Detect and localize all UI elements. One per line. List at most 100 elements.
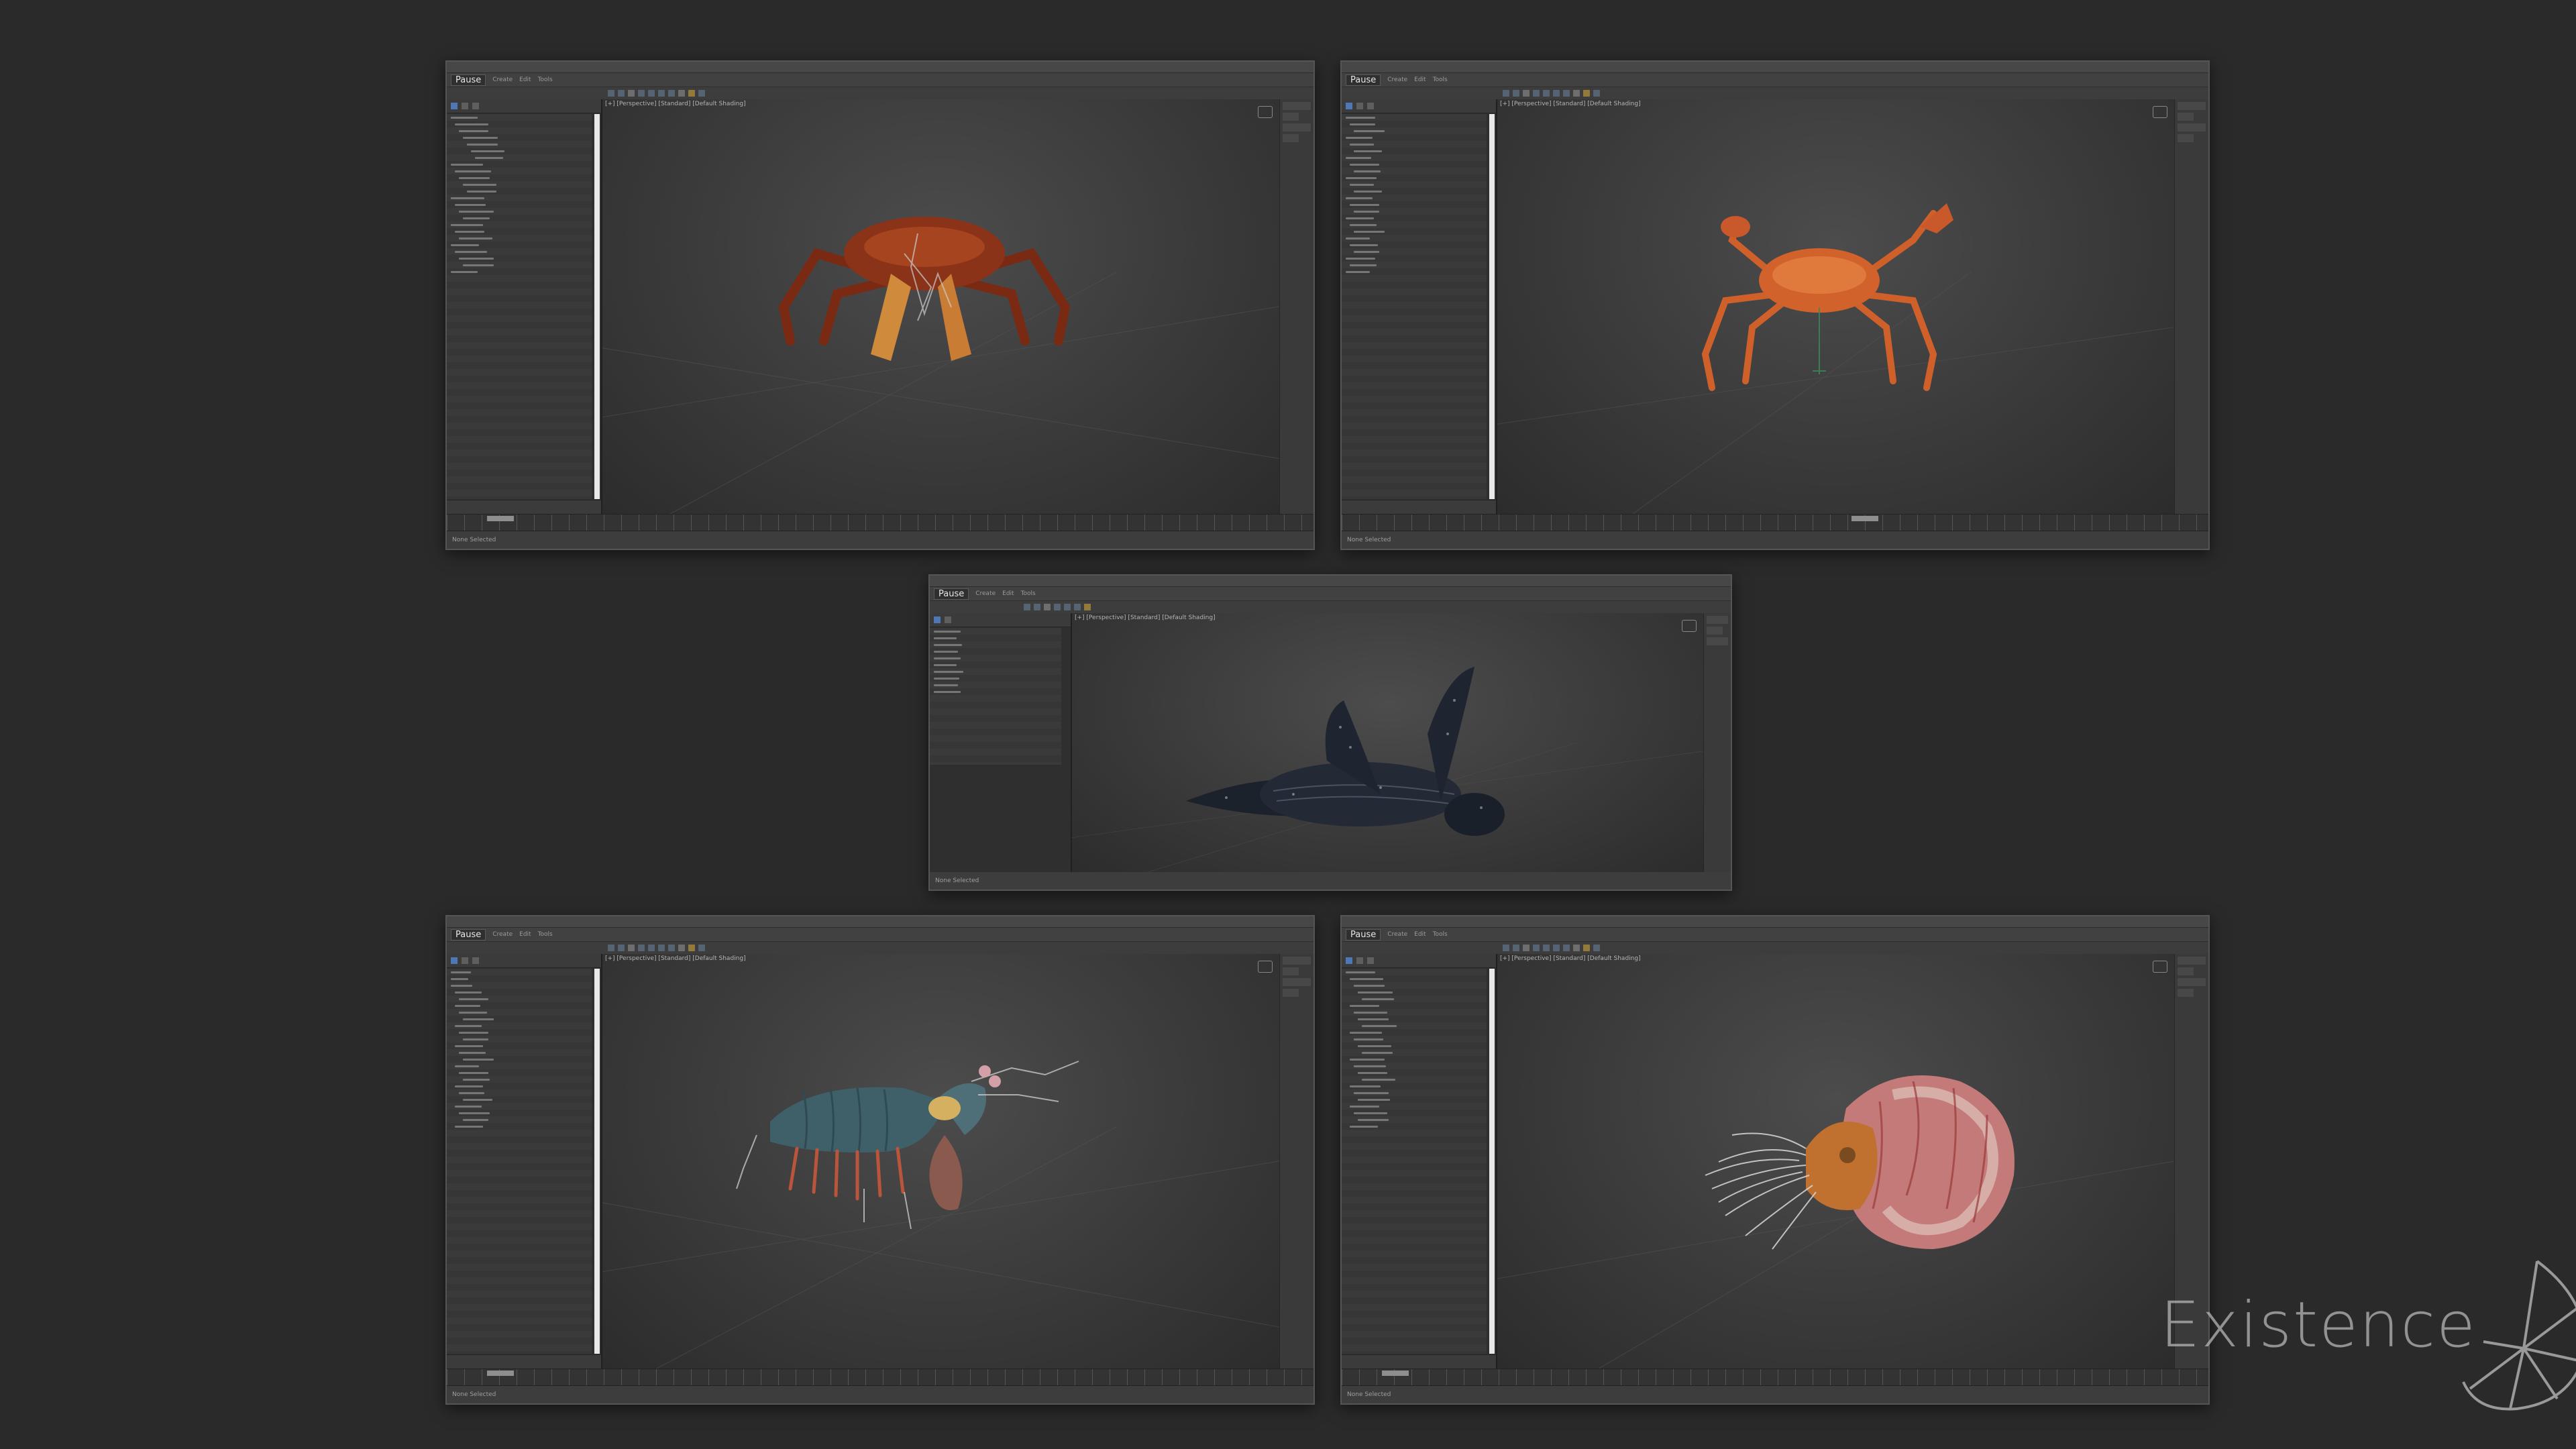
snap-icon[interactable] [1573,90,1580,97]
layer-icon[interactable] [472,103,479,109]
command-panel-row[interactable] [2178,978,2206,986]
link-icon[interactable] [628,90,635,97]
material-icon[interactable] [1593,90,1600,97]
filter-icon[interactable] [451,103,458,109]
render-icon[interactable] [1583,90,1590,97]
hierarchy-icon[interactable] [462,957,468,964]
command-panel-row[interactable] [2178,102,2206,110]
render-icon[interactable] [688,945,695,951]
move-icon[interactable] [1543,90,1550,97]
command-panel-row[interactable] [2178,989,2194,997]
snap-icon[interactable] [678,90,685,97]
filter-icon[interactable] [1346,957,1352,964]
material-icon[interactable] [698,945,705,951]
link-icon[interactable] [1044,604,1051,610]
command-panel-row[interactable] [2178,134,2194,142]
material-icon[interactable] [1593,945,1600,951]
menu-create[interactable]: Create [1387,931,1407,938]
filter-icon[interactable] [451,957,458,964]
layer-icon[interactable] [472,957,479,964]
command-panel-row[interactable] [1283,978,1311,986]
menu-create[interactable]: Create [492,931,513,938]
command-panel-row[interactable] [2178,957,2206,965]
undo-icon[interactable] [1503,945,1509,951]
pause-button[interactable]: Pause [451,928,486,941]
select-icon[interactable] [1533,945,1540,951]
undo-icon[interactable] [1503,90,1509,97]
layer-icon[interactable] [1367,103,1374,109]
pause-button[interactable]: Pause [451,74,486,86]
select-icon[interactable] [1533,90,1540,97]
menu-edit[interactable]: Edit [1002,590,1014,597]
perspective-viewport[interactable]: [+] [Perspective] [Standard] [Default Sh… [1072,613,1703,872]
menu-tools[interactable]: Tools [1433,76,1448,83]
link-icon[interactable] [1523,945,1529,951]
undo-icon[interactable] [1024,604,1030,610]
select-icon[interactable] [1054,604,1061,610]
menu-tools[interactable]: Tools [538,931,553,938]
menu-tools[interactable]: Tools [1021,590,1036,597]
command-panel-row[interactable] [1707,627,1723,635]
rotate-icon[interactable] [658,90,665,97]
layer-icon[interactable] [1367,957,1374,964]
undo-icon[interactable] [608,90,614,97]
redo-icon[interactable] [618,945,625,951]
link-icon[interactable] [628,945,635,951]
redo-icon[interactable] [1513,90,1519,97]
command-panel-row[interactable] [1283,123,1311,131]
move-icon[interactable] [648,90,655,97]
scale-icon[interactable] [668,945,675,951]
move-icon[interactable] [1064,604,1071,610]
move-icon[interactable] [648,945,655,951]
time-slider[interactable] [487,1371,514,1376]
command-panel-row[interactable] [1283,134,1299,142]
timeline[interactable] [1342,1368,2208,1386]
rotate-icon[interactable] [658,945,665,951]
scene-tree[interactable] [930,628,1061,765]
pause-button[interactable]: Pause [934,588,969,600]
redo-icon[interactable] [1034,604,1040,610]
menu-edit[interactable]: Edit [1414,931,1426,938]
command-panel-row[interactable] [2178,123,2206,131]
scene-explorer-scrollbar[interactable] [1489,969,1495,1354]
time-slider[interactable] [1851,516,1878,521]
menu-edit[interactable]: Edit [519,931,531,938]
redo-icon[interactable] [618,90,625,97]
scene-explorer-scrollbar[interactable] [1489,114,1495,499]
pause-button[interactable]: Pause [1346,74,1381,86]
scene-explorer-scrollbar[interactable] [594,114,600,499]
menu-tools[interactable]: Tools [538,76,553,83]
scale-icon[interactable] [668,90,675,97]
timeline[interactable] [447,514,1313,531]
hierarchy-icon[interactable] [1356,957,1363,964]
time-slider[interactable] [487,516,514,521]
command-panel-row[interactable] [1283,989,1299,997]
scene-tree[interactable] [447,114,592,499]
time-slider[interactable] [1382,1371,1409,1376]
move-icon[interactable] [1543,945,1550,951]
hierarchy-icon[interactable] [945,616,951,623]
material-icon[interactable] [698,90,705,97]
command-panel-row[interactable] [1283,113,1299,121]
command-panel-row[interactable] [2178,113,2194,121]
select-icon[interactable] [638,90,645,97]
command-panel-row[interactable] [1707,616,1728,624]
menu-create[interactable]: Create [492,76,513,83]
command-panel-row[interactable] [2178,967,2194,975]
menu-edit[interactable]: Edit [519,76,531,83]
rotate-icon[interactable] [1074,604,1081,610]
filter-icon[interactable] [1346,103,1352,109]
undo-icon[interactable] [608,945,614,951]
hierarchy-icon[interactable] [1356,103,1363,109]
link-icon[interactable] [1523,90,1529,97]
filter-icon[interactable] [934,616,941,623]
scene-tree[interactable] [1342,114,1487,499]
scale-icon[interactable] [1563,945,1570,951]
scene-tree[interactable] [447,969,592,1354]
perspective-viewport[interactable]: [+] [Perspective] [Standard] [Default Sh… [1497,99,2174,514]
menu-create[interactable]: Create [1387,76,1407,83]
rotate-icon[interactable] [1553,90,1560,97]
render-icon[interactable] [1583,945,1590,951]
timeline[interactable] [1342,514,2208,531]
render-icon[interactable] [688,90,695,97]
